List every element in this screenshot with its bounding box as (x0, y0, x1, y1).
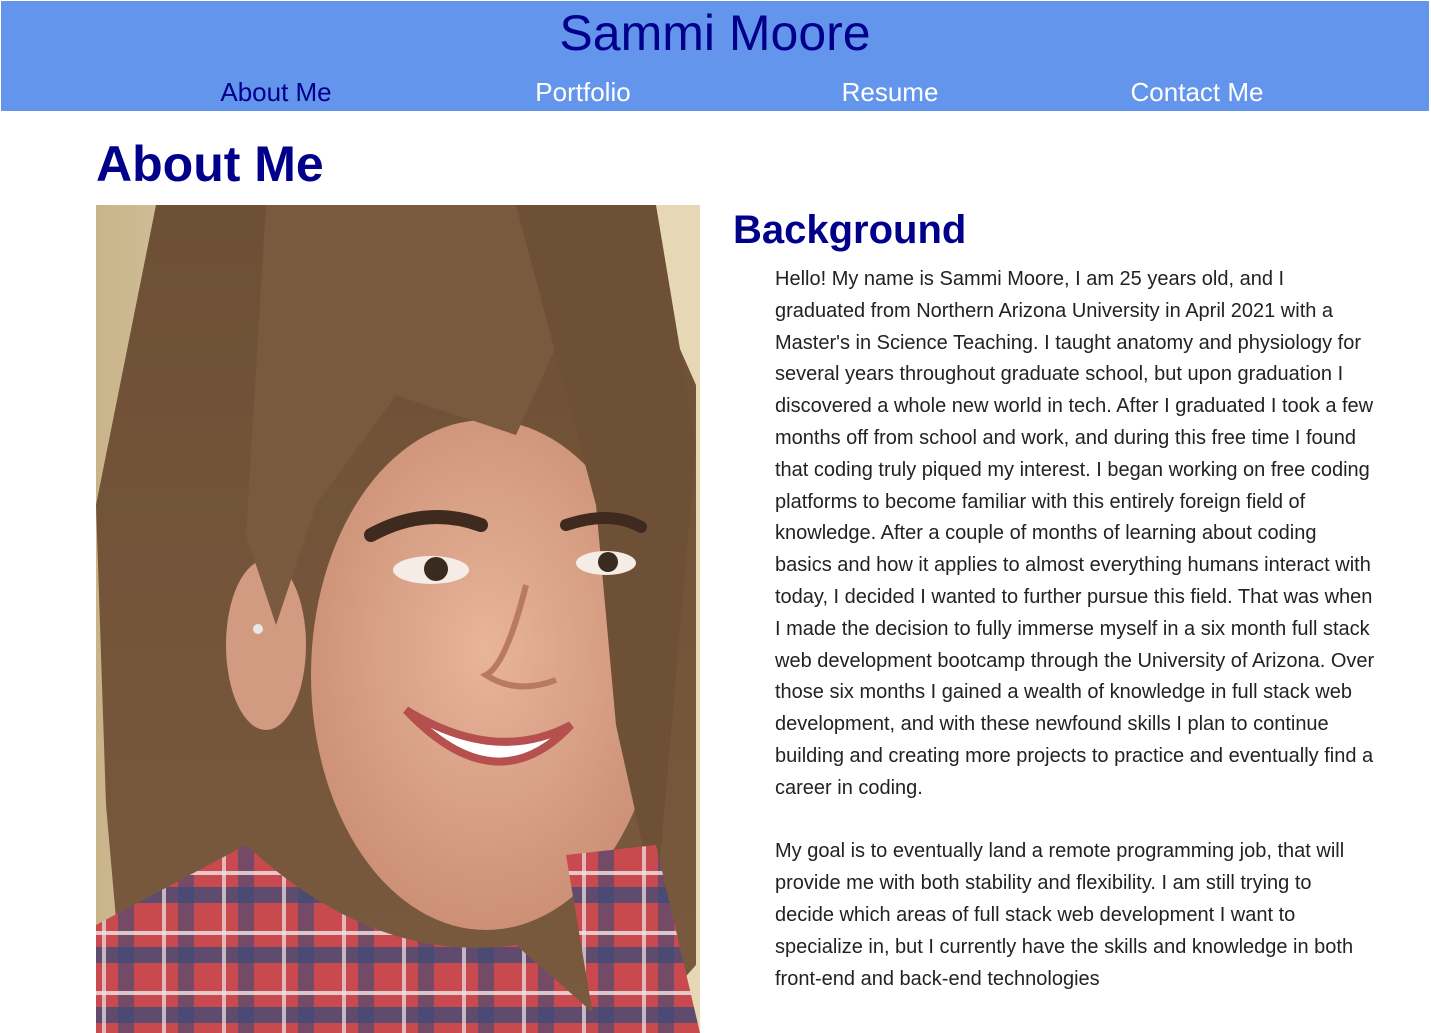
background-heading: Background (733, 208, 967, 252)
profile-photo (96, 205, 700, 1033)
nav-link-portfolio[interactable]: Portfolio (535, 73, 630, 111)
bio-paragraph: Hello! My name is Sammi Moore, I am 25 y… (775, 268, 1375, 799)
main-nav: About Me Portfolio Resume Contact Me (1, 73, 1429, 111)
bio-text: Hello! My name is Sammi Moore, I am 25 y… (775, 264, 1375, 1027)
nav-link-resume[interactable]: Resume (842, 73, 939, 111)
section-title: About Me (96, 136, 324, 192)
site-header: Sammi Moore About Me Portfolio Resume Co… (1, 1, 1429, 111)
nav-link-contact-me[interactable]: Contact Me (1131, 73, 1264, 111)
bio-paragraph: My goal is to eventually land a remote p… (775, 840, 1354, 990)
page: Sammi Moore About Me Portfolio Resume Co… (0, 0, 1431, 1033)
site-title: Sammi Moore (559, 5, 871, 61)
nav-link-about-me[interactable]: About Me (220, 73, 331, 111)
